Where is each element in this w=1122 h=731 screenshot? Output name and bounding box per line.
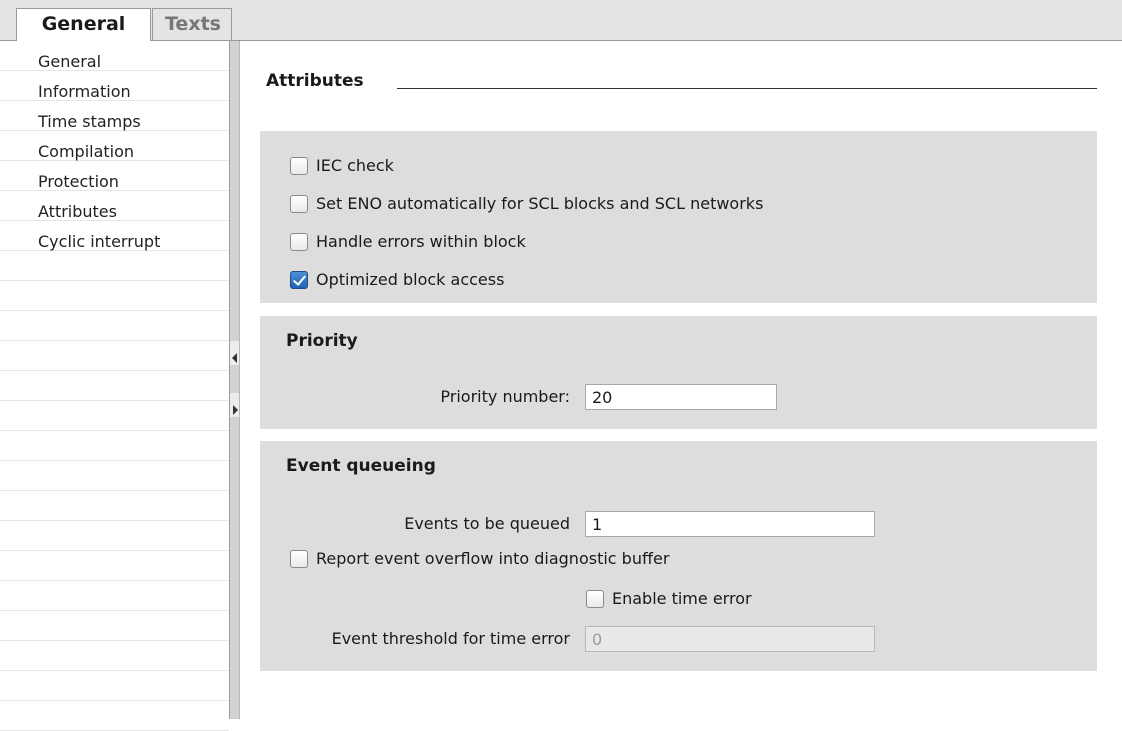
panel-title-priority: Priority <box>286 331 358 351</box>
nav-row <box>0 611 229 641</box>
panel-title-event-queueing: Event queueing <box>286 456 436 476</box>
threshold-label: Event threshold for time error <box>331 629 570 648</box>
expand-right-icon[interactable] <box>233 405 238 415</box>
checkbox-label: Optimized block access <box>316 270 505 289</box>
nav-row <box>0 581 229 611</box>
events-to-queue-input[interactable] <box>585 511 875 537</box>
events-to-queue-label: Events to be queued <box>404 514 570 533</box>
nav-item-cyclic-interrupt[interactable]: Cyclic interrupt <box>38 227 160 257</box>
nav-row <box>0 671 229 701</box>
set-eno-checkbox[interactable] <box>290 194 308 213</box>
enable-time-error-checkbox[interactable] <box>586 589 604 608</box>
tab-texts[interactable]: Texts <box>152 8 232 40</box>
report-overflow-checkbox[interactable] <box>290 549 308 568</box>
nav-row <box>0 431 229 461</box>
properties-nav: General Information Time stamps Compilat… <box>0 41 229 731</box>
nav-item-compilation[interactable]: Compilation <box>38 137 134 167</box>
report-overflow-option[interactable]: Report event overflow into diagnostic bu… <box>290 549 669 568</box>
nav-row <box>0 551 229 581</box>
handle-errors-option[interactable]: Handle errors within block <box>290 232 526 251</box>
properties-content: Attributes IEC check Set ENO automatical… <box>240 41 1122 719</box>
nav-row <box>0 641 229 671</box>
checkbox-label: IEC check <box>316 156 394 175</box>
handle-errors-checkbox[interactable] <box>290 232 308 251</box>
nav-row <box>0 371 229 401</box>
priority-panel: Priority Priority number: <box>260 316 1097 429</box>
iec-check-checkbox[interactable] <box>290 156 308 175</box>
iec-check-option[interactable]: IEC check <box>290 156 394 175</box>
nav-row <box>0 311 229 341</box>
nav-row <box>0 341 229 371</box>
collapse-left-icon[interactable] <box>232 353 237 363</box>
nav-row <box>0 41 229 71</box>
nav-item-time-stamps[interactable]: Time stamps <box>38 107 141 137</box>
splitter[interactable] <box>229 41 240 719</box>
priority-number-input[interactable] <box>585 384 777 410</box>
enable-time-error-option[interactable]: Enable time error <box>586 589 752 608</box>
optimized-access-checkbox[interactable] <box>290 270 308 289</box>
checkbox-label: Enable time error <box>612 589 752 608</box>
nav-row <box>0 521 229 551</box>
nav-row <box>0 701 229 731</box>
nav-row <box>0 461 229 491</box>
event-queueing-panel: Event queueing Events to be queued Repor… <box>260 441 1097 671</box>
nav-row <box>0 281 229 311</box>
set-eno-option[interactable]: Set ENO automatically for SCL blocks and… <box>290 194 763 213</box>
checkbox-label: Handle errors within block <box>316 232 526 251</box>
nav-row <box>0 491 229 521</box>
threshold-input <box>585 626 875 652</box>
nav-item-information[interactable]: Information <box>38 77 131 107</box>
section-title-attributes: Attributes <box>266 71 364 91</box>
nav-item-attributes[interactable]: Attributes <box>38 197 117 227</box>
nav-row <box>0 401 229 431</box>
checkbox-label: Report event overflow into diagnostic bu… <box>316 549 670 568</box>
section-divider <box>397 88 1097 89</box>
tab-general[interactable]: General <box>16 8 151 41</box>
attributes-panel: IEC check Set ENO automatically for SCL … <box>260 131 1097 303</box>
checkbox-label: Set ENO automatically for SCL blocks and… <box>316 194 764 213</box>
nav-item-protection[interactable]: Protection <box>38 167 119 197</box>
nav-item-general[interactable]: General <box>38 47 101 77</box>
tab-bar: General Texts <box>0 0 1122 41</box>
priority-number-label: Priority number: <box>440 387 570 406</box>
optimized-access-option[interactable]: Optimized block access <box>290 270 504 289</box>
